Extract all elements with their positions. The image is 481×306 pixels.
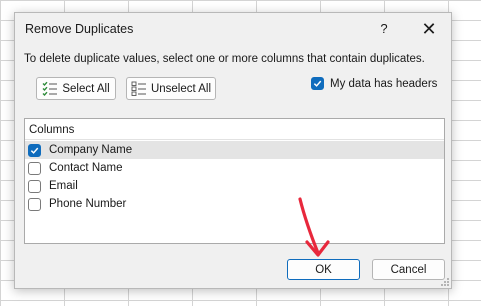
ok-button[interactable]: OK	[287, 259, 360, 280]
checkbox-unchecked-icon[interactable]	[28, 197, 41, 211]
checkbox-checked-icon[interactable]	[311, 77, 324, 90]
select-all-icon	[42, 81, 58, 96]
ok-label: OK	[315, 263, 332, 276]
column-label: Phone Number	[49, 198, 127, 210]
unselect-all-button[interactable]: Unselect All	[126, 77, 216, 100]
cancel-label: Cancel	[390, 263, 427, 276]
dialog-titlebar[interactable]: Remove Duplicates ? ✕	[15, 13, 451, 45]
columns-header-divider	[25, 139, 444, 140]
column-row[interactable]: Company Name	[25, 141, 444, 159]
columns-header: Columns	[29, 124, 75, 136]
columns-listbox[interactable]: Columns Company Name Contact Name Email …	[24, 118, 445, 244]
select-all-label: Select All	[62, 82, 110, 95]
unselect-all-icon	[131, 81, 146, 96]
checkbox-unchecked-icon[interactable]	[28, 161, 41, 175]
column-row[interactable]: Contact Name	[25, 159, 444, 177]
unselect-all-label: Unselect All	[150, 82, 212, 95]
column-row[interactable]: Phone Number	[25, 195, 444, 213]
instructions-text: To delete duplicate values, select one o…	[24, 53, 425, 65]
cancel-button[interactable]: Cancel	[372, 259, 445, 280]
select-all-button[interactable]: Select All	[36, 77, 116, 100]
columns-list: Company Name Contact Name Email Phone Nu…	[25, 141, 444, 213]
column-label: Contact Name	[49, 162, 123, 174]
remove-duplicates-dialog: Remove Duplicates ? ✕ To delete duplicat…	[14, 12, 452, 289]
resize-grip-icon[interactable]	[440, 277, 450, 287]
headers-checkbox-label: My data has headers	[330, 77, 438, 90]
checkbox-checked-icon[interactable]	[28, 143, 41, 157]
close-button[interactable]: ✕	[416, 17, 442, 41]
column-label: Email	[49, 180, 78, 192]
my-data-has-headers-checkbox[interactable]: My data has headers	[311, 77, 437, 90]
column-row[interactable]: Email	[25, 177, 444, 195]
help-button[interactable]: ?	[371, 17, 397, 41]
dialog-title: Remove Duplicates	[25, 22, 134, 36]
column-label: Company Name	[49, 144, 133, 156]
checkbox-unchecked-icon[interactable]	[28, 179, 41, 193]
